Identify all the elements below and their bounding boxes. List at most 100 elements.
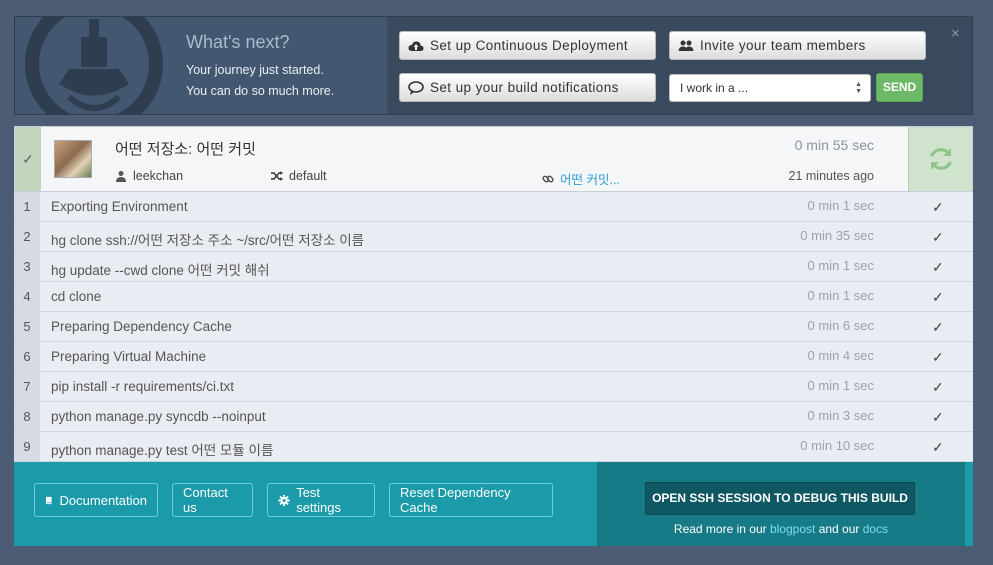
step-duration: 0 min 1 sec bbox=[807, 258, 874, 273]
build-step-row[interactable]: 7 pip install -r requirements/ci.txt 0 m… bbox=[14, 372, 973, 402]
work-type-select[interactable]: I work in a ... ▲ ▼ bbox=[669, 74, 871, 102]
send-button[interactable]: SEND bbox=[876, 73, 923, 102]
step-number: 6 bbox=[14, 342, 40, 371]
step-duration: 0 min 1 sec bbox=[807, 198, 874, 213]
step-number: 1 bbox=[14, 192, 40, 221]
documentation-button[interactable]: Documentation bbox=[34, 483, 158, 517]
cloud-upload-icon bbox=[408, 40, 424, 51]
work-type-value: I work in a ... bbox=[680, 81, 749, 95]
commit-link[interactable]: 어떤 커밋... bbox=[542, 169, 620, 188]
step-duration: 0 min 6 sec bbox=[807, 318, 874, 333]
build-step-row[interactable]: 3 hg update --cwd clone 어떤 커밋 해쉬 0 min 1… bbox=[14, 252, 973, 282]
ship-logo-icon bbox=[19, 17, 169, 114]
do-more-text: You can do so much more. bbox=[186, 84, 335, 98]
test-settings-button[interactable]: Test settings bbox=[267, 483, 375, 517]
build-header: ✓ 어떤 저장소: 어떤 커밋 leekchan default 어떤 커밋..… bbox=[14, 126, 973, 192]
continuous-deployment-button[interactable]: Set up Continuous Deployment bbox=[399, 31, 656, 60]
step-number: 8 bbox=[14, 402, 40, 431]
invite-team-label: Invite your team members bbox=[700, 38, 866, 53]
whats-next-banner: What's next? Your journey just started. … bbox=[14, 16, 973, 115]
close-banner-icon[interactable]: × bbox=[951, 25, 960, 42]
step-number: 5 bbox=[14, 312, 40, 341]
step-number: 2 bbox=[14, 222, 40, 251]
select-arrows-icon: ▲ ▼ bbox=[855, 81, 862, 95]
refresh-icon bbox=[929, 148, 952, 170]
whats-next-title: What's next? bbox=[186, 32, 290, 52]
read-more-prefix: Read more in our bbox=[673, 522, 767, 536]
step-command: Exporting Environment bbox=[51, 199, 188, 214]
user-icon bbox=[116, 171, 126, 182]
book-icon bbox=[45, 496, 52, 504]
step-duration: 0 min 4 sec bbox=[807, 348, 874, 363]
step-command: pip install -r requirements/ci.txt bbox=[51, 379, 235, 394]
open-ssh-session-button[interactable]: OPEN SSH SESSION TO DEBUG THIS BUILD bbox=[645, 482, 915, 515]
link-icon bbox=[542, 175, 554, 182]
shuffle-icon bbox=[271, 171, 283, 181]
step-command: python manage.py test 어떤 모듈 이름 bbox=[51, 443, 274, 458]
step-duration: 0 min 10 sec bbox=[800, 438, 874, 453]
docs-link[interactable]: docs bbox=[863, 522, 888, 536]
users-icon bbox=[678, 40, 694, 51]
success-check-icon: ✓ bbox=[15, 127, 41, 191]
banner-intro: What's next? Your journey just started. … bbox=[15, 17, 387, 114]
blogpost-link[interactable]: blogpost bbox=[770, 522, 815, 536]
build-step-row[interactable]: 6 Preparing Virtual Machine 0 min 4 sec … bbox=[14, 342, 973, 372]
build-step-row[interactable]: 8 python manage.py syncdb --noinput 0 mi… bbox=[14, 402, 973, 432]
ssh-debug-panel: OPEN SSH SESSION TO DEBUG THIS BUILD Rea… bbox=[597, 462, 965, 546]
check-icon: ✓ bbox=[932, 379, 944, 395]
check-icon: ✓ bbox=[932, 199, 944, 215]
step-command: Preparing Dependency Cache bbox=[51, 319, 232, 334]
build-step-row[interactable]: 2 hg clone ssh://어떤 저장소 주소 ~/src/어떤 저장소 … bbox=[14, 222, 973, 252]
build-duration: 0 min 55 sec bbox=[794, 137, 874, 153]
check-icon: ✓ bbox=[932, 259, 944, 275]
check-icon: ✓ bbox=[932, 229, 944, 245]
reset-dependency-cache-button[interactable]: Reset Dependency Cache bbox=[389, 483, 553, 517]
avatar bbox=[54, 140, 92, 178]
build-steps-list: 1 Exporting Environment 0 min 1 sec ✓ 2 … bbox=[14, 192, 973, 462]
step-command: python manage.py syncdb --noinput bbox=[51, 409, 266, 424]
build-time-ago: 21 minutes ago bbox=[788, 169, 874, 183]
invite-team-button[interactable]: Invite your team members bbox=[669, 31, 926, 60]
build-branch: default bbox=[271, 169, 327, 183]
step-number: 9 bbox=[14, 432, 40, 461]
step-command: cd clone bbox=[51, 289, 102, 304]
step-command: hg update --cwd clone 어떤 커밋 해쉬 bbox=[51, 263, 270, 278]
step-command: hg clone ssh://어떤 저장소 주소 ~/src/어떤 저장소 이름 bbox=[51, 233, 365, 248]
commit-link-label: 어떤 커밋... bbox=[560, 173, 620, 187]
step-duration: 0 min 3 sec bbox=[807, 408, 874, 423]
build-step-row[interactable]: 4 cd clone 0 min 1 sec ✓ bbox=[14, 282, 973, 312]
build-step-row[interactable]: 5 Preparing Dependency Cache 0 min 6 sec… bbox=[14, 312, 973, 342]
contact-us-button[interactable]: Contact us bbox=[172, 483, 253, 517]
check-icon: ✓ bbox=[932, 409, 944, 425]
build-notifications-button[interactable]: Set up your build notifications bbox=[399, 73, 656, 102]
gear-icon bbox=[278, 494, 290, 506]
step-duration: 0 min 1 sec bbox=[807, 288, 874, 303]
step-command: Preparing Virtual Machine bbox=[51, 349, 207, 364]
footer-edge-strip bbox=[965, 462, 973, 546]
check-icon: ✓ bbox=[932, 439, 944, 455]
build-notifications-label: Set up your build notifications bbox=[430, 80, 619, 95]
chat-icon bbox=[408, 80, 424, 95]
build-step-row[interactable]: 9 python manage.py test 어떤 모듈 이름 0 min 1… bbox=[14, 432, 973, 462]
build-title: 어떤 저장소: 어떤 커밋 bbox=[115, 141, 256, 158]
documentation-label: Documentation bbox=[59, 492, 147, 508]
step-number: 7 bbox=[14, 372, 40, 401]
check-icon: ✓ bbox=[932, 319, 944, 335]
contact-us-label: Contact us bbox=[183, 485, 228, 515]
step-duration: 0 min 1 sec bbox=[807, 378, 874, 393]
build-user-name: leekchan bbox=[133, 169, 184, 183]
reset-dependency-cache-label: Reset Dependency Cache bbox=[400, 485, 511, 515]
read-more-text: Read more in our blogpost and our docs bbox=[597, 522, 965, 536]
rebuild-button[interactable] bbox=[908, 127, 972, 191]
check-icon: ✓ bbox=[932, 289, 944, 305]
build-step-row[interactable]: 1 Exporting Environment 0 min 1 sec ✓ bbox=[14, 192, 973, 222]
build-branch-name: default bbox=[289, 169, 327, 183]
step-number: 3 bbox=[14, 252, 40, 281]
test-settings-label: Test settings bbox=[296, 485, 342, 515]
build-user: leekchan bbox=[115, 169, 183, 183]
journey-text: Your journey just started. bbox=[186, 63, 324, 77]
step-duration: 0 min 35 sec bbox=[800, 228, 874, 243]
continuous-deployment-label: Set up Continuous Deployment bbox=[430, 38, 629, 53]
check-icon: ✓ bbox=[932, 349, 944, 365]
build-footer: Documentation Contact us Test settings R… bbox=[14, 462, 973, 546]
